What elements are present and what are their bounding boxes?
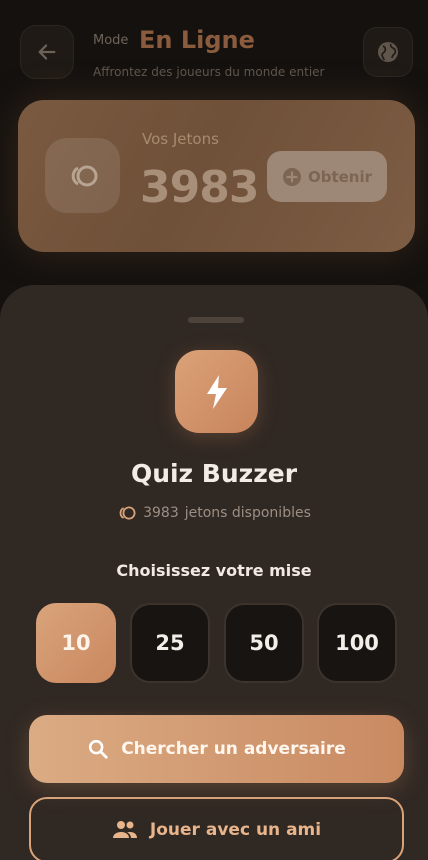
sheet-handle[interactable] xyxy=(188,317,244,323)
coin-badge xyxy=(45,138,120,213)
header: Mode En Ligne Affrontez des joueurs du m… xyxy=(0,0,428,100)
mode-label: Mode xyxy=(93,33,129,48)
available-tokens: 3983 jetons disponibles xyxy=(0,505,428,521)
game-mode-badge xyxy=(175,350,258,433)
play-with-friend-button[interactable]: Jouer avec un ami xyxy=(29,797,404,860)
obtain-label: Obtenir xyxy=(307,167,373,186)
search-icon xyxy=(89,739,108,759)
stake-options: 10 25 50 100 xyxy=(36,603,397,683)
globe-icon xyxy=(378,42,398,62)
stake-option-25[interactable]: 25 xyxy=(130,603,210,683)
back-button[interactable] xyxy=(20,25,74,79)
stake-option-50[interactable]: 50 xyxy=(224,603,304,683)
lightning-icon xyxy=(206,374,227,409)
coins-icon xyxy=(71,165,97,186)
available-suffix: jetons disponibles xyxy=(184,505,311,521)
arrow-left-icon xyxy=(38,44,56,60)
stake-option-10[interactable]: 10 xyxy=(36,603,116,683)
tokens-value: 3983 xyxy=(140,162,259,213)
mode-title: En Ligne xyxy=(139,26,255,54)
tokens-label: Vos Jetons xyxy=(142,130,219,148)
choose-stake-label: Choisissez votre mise xyxy=(116,561,312,580)
stake-bottom-sheet: Quiz Buzzer 3983 jetons disponibles Choi… xyxy=(0,285,428,860)
plus-circle-icon xyxy=(282,167,301,186)
tokens-card: Vos Jetons 3983 Obtenir xyxy=(18,100,415,252)
people-icon xyxy=(112,821,137,838)
coins-icon xyxy=(119,506,136,520)
stake-option-100[interactable]: 100 xyxy=(317,603,397,683)
game-title: Quiz Buzzer xyxy=(130,459,298,488)
search-opponent-label: Chercher un adversaire xyxy=(121,739,346,759)
obtain-button[interactable]: Obtenir xyxy=(267,151,387,202)
globe-button[interactable] xyxy=(363,27,413,77)
mode-subtitle: Affrontez des joueurs du monde entier xyxy=(93,65,325,79)
available-count: 3983 xyxy=(143,505,179,521)
play-with-friend-label: Jouer avec un ami xyxy=(149,820,322,840)
search-opponent-button[interactable]: Chercher un adversaire xyxy=(29,715,404,783)
